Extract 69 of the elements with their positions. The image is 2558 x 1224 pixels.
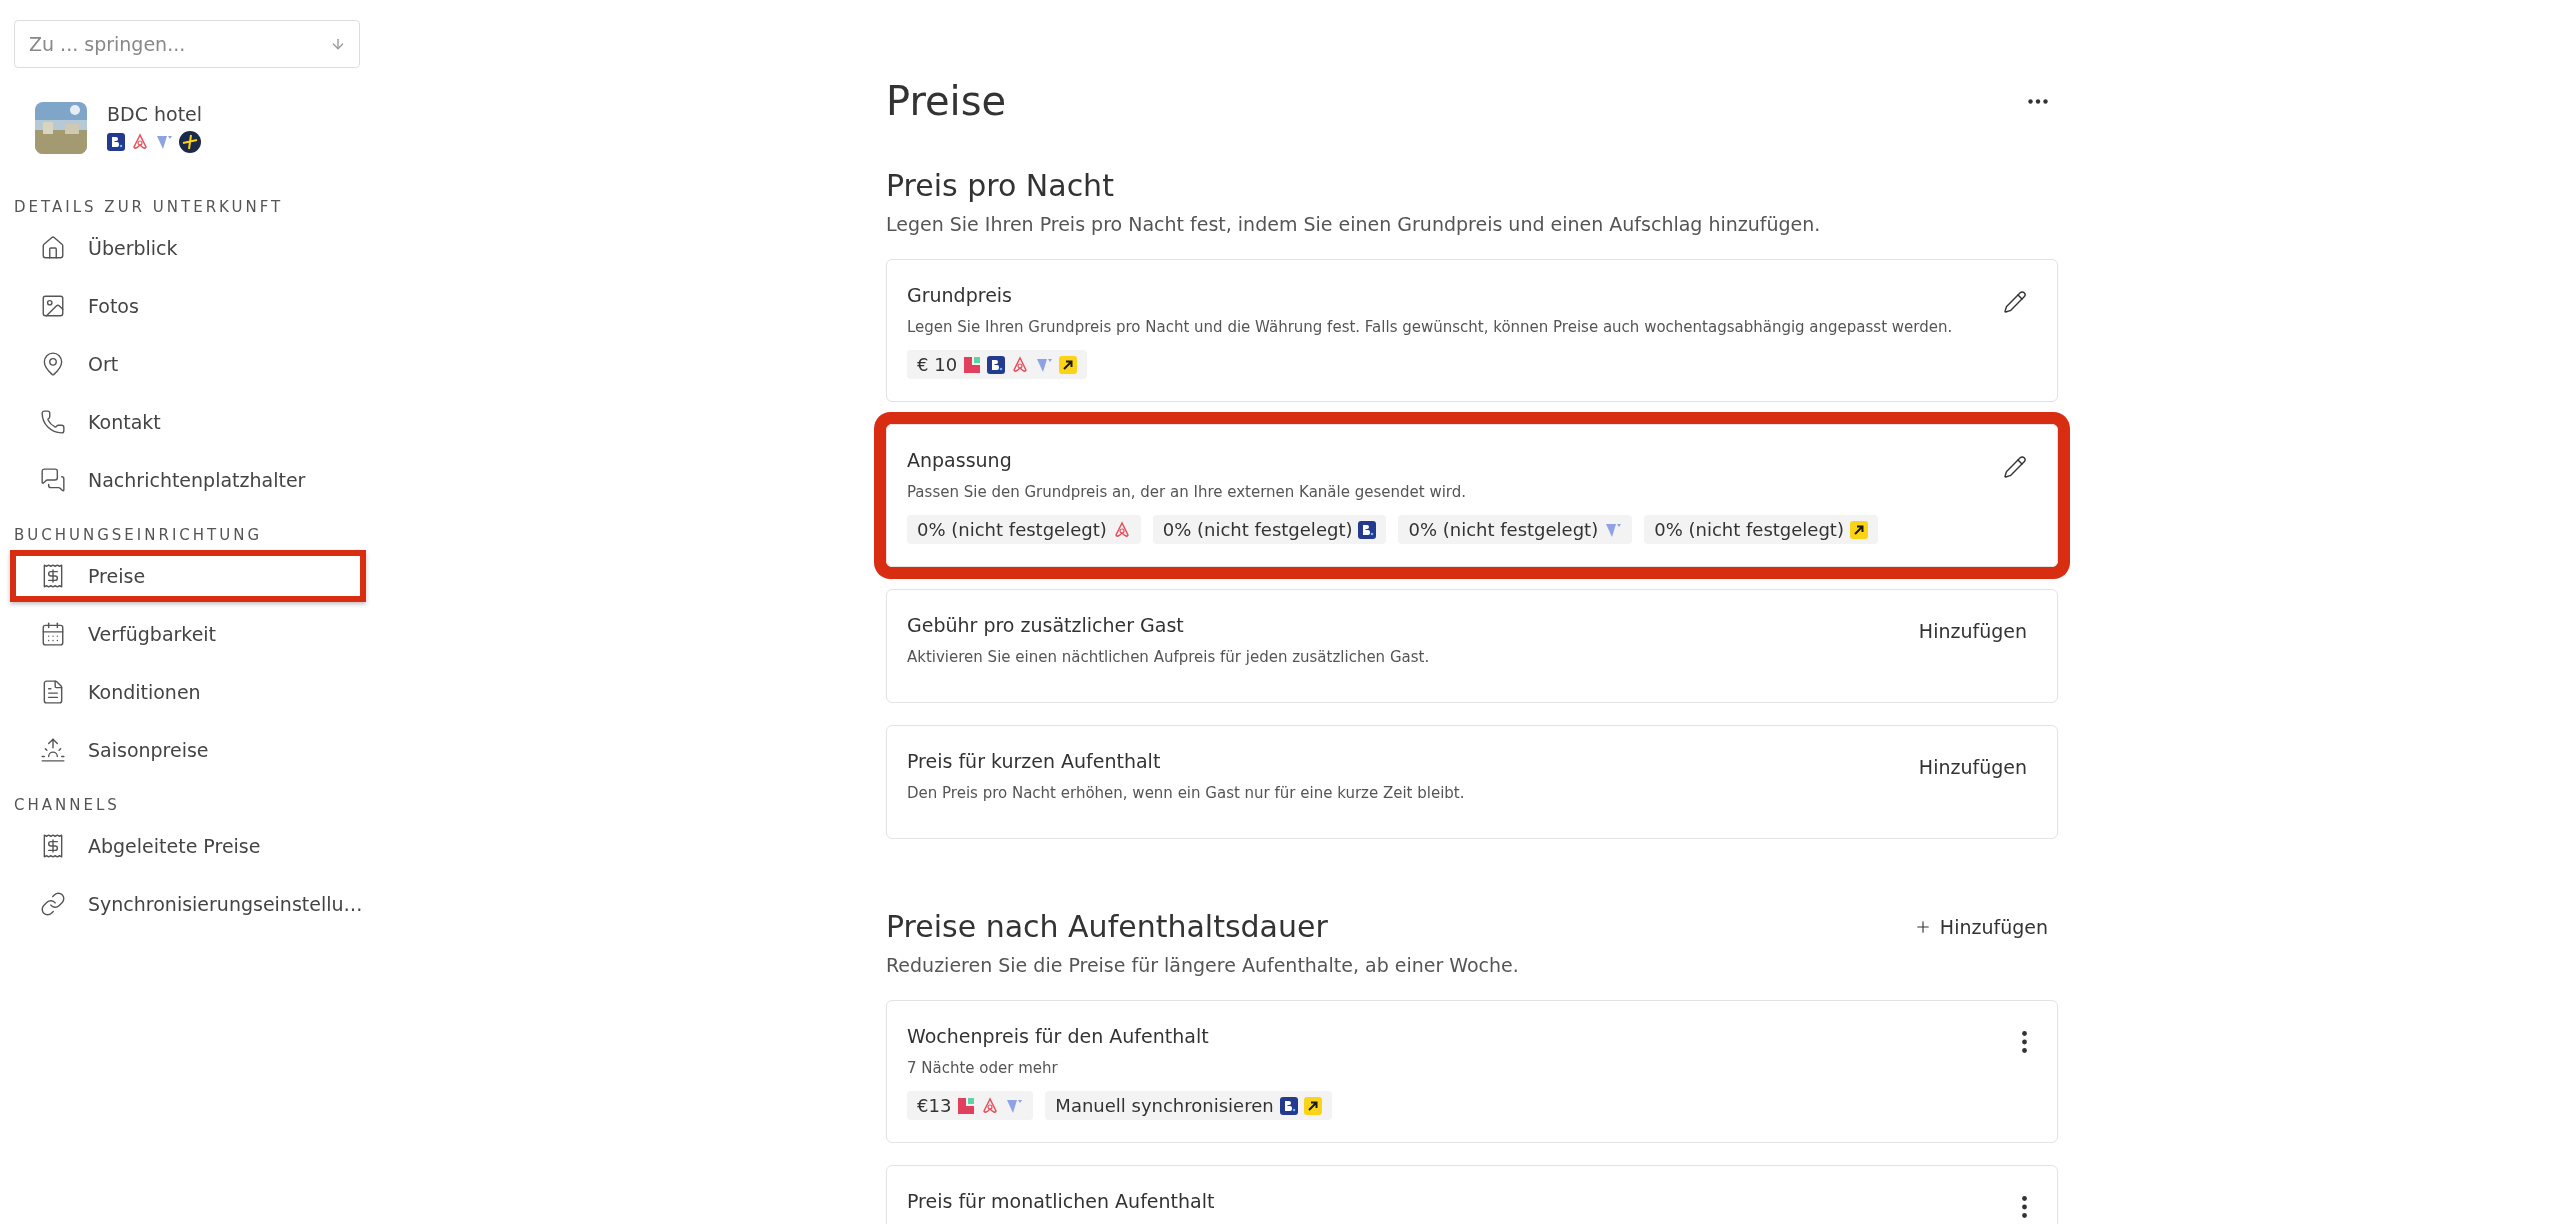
- nav-item[interactable]: Verfügbarkeit: [10, 608, 366, 660]
- more-icon: [2022, 1196, 2027, 1218]
- chip-text: 0% (nicht festgelegt): [1654, 519, 1844, 540]
- nav-item[interactable]: Abgeleitete Preise: [10, 820, 366, 872]
- card-description: Passen Sie den Grundpreis an, der an Ihre externen Kanäle gesendet wird.: [907, 483, 1468, 501]
- channel-icon: [1011, 355, 1030, 374]
- chip-text: €13: [917, 1095, 952, 1116]
- channel-icon: [179, 131, 201, 153]
- channel-icon: [957, 1096, 976, 1115]
- nav-item[interactable]: Nachrichtenplatzhalter: [10, 454, 366, 506]
- channel-icon: [1279, 1096, 1298, 1115]
- card-title: Gebühr pro zusätzlicher Gast: [907, 614, 1185, 636]
- nav-item[interactable]: Kontakt: [10, 396, 366, 448]
- property-name: BDC hotel: [107, 103, 203, 125]
- card-description: Legen Sie Ihren Grundpreis pro Nacht und die Währung fest. Falls gewünscht, können Preise auch wochentagsabhängig angepasst werden.: [907, 318, 1953, 336]
- section-description: Legen Sie Ihren Preis pro Nacht fest, indem Sie einen Grundpreis und einen Aufschlag hinzufügen.: [886, 213, 1822, 235]
- channel-icon: [1112, 520, 1131, 539]
- sunrise-icon: [40, 737, 66, 763]
- card-description: Den Preis pro Nacht erhöhen, wenn ein Gast nur für eine kurze Zeit bleibt.: [907, 784, 1465, 802]
- card-title: Grundpreis: [907, 284, 1013, 306]
- channel-icon: [155, 133, 173, 151]
- channel-icon: [963, 355, 982, 374]
- phone-icon: [40, 409, 66, 435]
- chip-text: Manuell synchronisieren: [1055, 1095, 1274, 1116]
- card-title: Preis für monatlichen Aufenthalt: [907, 1190, 1215, 1212]
- nav-item[interactable]: Ort: [10, 338, 366, 390]
- card-title: Wochenpreis für den Aufenthalt: [907, 1025, 1210, 1047]
- section-description: Reduzieren Sie die Preise für längere Aufenthalte, ab einer Woche.: [886, 954, 1520, 976]
- more-icon: [2028, 98, 2048, 104]
- card-description: Aktivieren Sie einen nächtlichen Aufpreis für jeden zusätzlichen Gast.: [907, 648, 1430, 666]
- add-button[interactable]: Hinzufügen: [1903, 909, 2058, 944]
- chip-text: 0% (nicht festgelegt): [917, 519, 1107, 540]
- card-title: Anpassung: [907, 449, 1013, 471]
- section-title: DETAILS ZUR UNTERKUNFT: [14, 198, 285, 216]
- chat-icon: [40, 467, 66, 493]
- chip-text: € 10: [917, 354, 958, 375]
- channel-icon: [107, 133, 125, 151]
- nav-item[interactable]: Überblick: [10, 222, 366, 274]
- card-description: 7 Nächte oder mehr: [907, 1059, 1059, 1077]
- nav-item[interactable]: Synchronisierungseinstellu…: [10, 878, 366, 930]
- chip-text: 0% (nicht festgelegt): [1408, 519, 1599, 540]
- card-title: Preis für kurzen Aufenthalt: [907, 750, 1162, 772]
- page-title: Preise: [886, 78, 1007, 124]
- channel-icon: [981, 1096, 1000, 1115]
- more-icon: [2022, 1031, 2027, 1053]
- nav-item[interactable]: Saisonpreise: [10, 724, 366, 776]
- image-icon: [40, 293, 66, 319]
- channel-icon: [987, 355, 1006, 374]
- nav-item[interactable]: Konditionen: [10, 666, 366, 718]
- section-title: BUCHUNGSEINRICHTUNG: [14, 526, 264, 544]
- nav-item[interactable]: Preise: [10, 550, 366, 602]
- add-button[interactable]: Hinzufügen: [1908, 750, 2037, 784]
- section-title: CHANNELS: [14, 796, 121, 814]
- nav-item[interactable]: Fotos: [10, 280, 366, 332]
- chip-text: 0% (nicht festgelegt): [1162, 519, 1353, 540]
- add-button[interactable]: Hinzufügen: [1908, 614, 2037, 648]
- channel-icon: [1303, 1096, 1322, 1115]
- channel-icon: [131, 133, 149, 151]
- section-heading: Preis pro Nacht: [886, 168, 1114, 203]
- jump-field[interactable]: Zu ... springen...: [14, 20, 360, 68]
- pencil-icon: [2003, 290, 2027, 314]
- channel-icon: [1059, 355, 1078, 374]
- calendar-icon: [40, 621, 66, 647]
- pencil-icon: [2003, 455, 2027, 479]
- channel-icon: [1849, 520, 1868, 539]
- channel-icon: [1358, 520, 1377, 539]
- link-icon: [40, 891, 66, 917]
- section-heading: Preise nach Aufenthaltsdauer: [886, 909, 1328, 944]
- house-icon: [40, 235, 66, 261]
